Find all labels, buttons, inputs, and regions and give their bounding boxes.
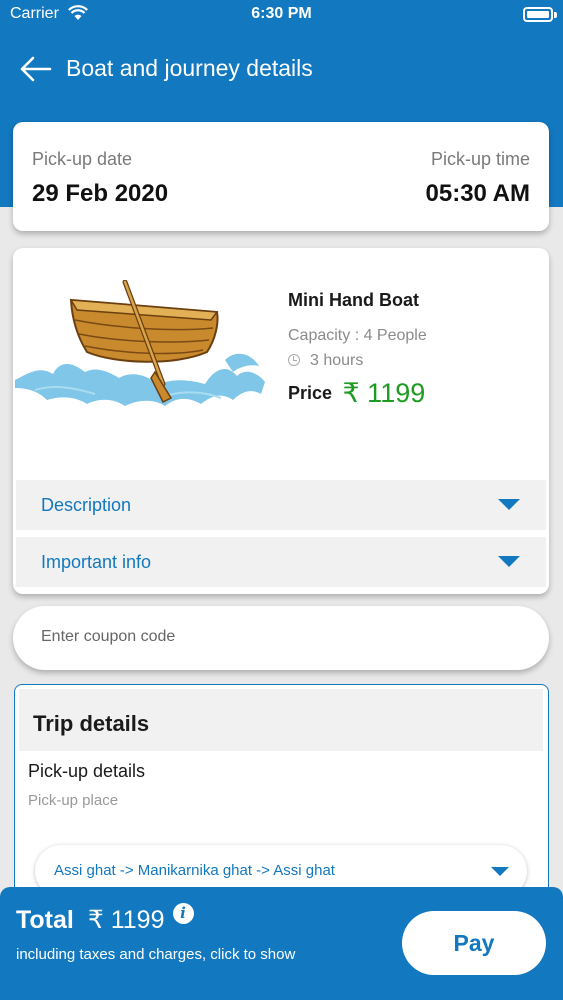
trip-duration: 3 hours (288, 352, 363, 370)
pickup-date-value: 29 Feb 2020 (32, 180, 169, 207)
navigation-bar: Boat and journey details (0, 45, 563, 93)
pickup-date-label: Pick-up date (32, 149, 133, 169)
clock-time: 6:30 PM (251, 5, 312, 22)
boat-capacity: Capacity : 4 People (288, 327, 427, 344)
price-label: Price (288, 383, 333, 403)
pay-button[interactable]: Pay (402, 911, 546, 975)
important-info-accordion[interactable]: Important info (16, 537, 546, 587)
coupon-placeholder: Enter coupon code (41, 628, 176, 645)
trip-details-title: Trip details (33, 711, 150, 736)
back-arrow-icon[interactable] (18, 54, 52, 84)
status-bar: Carrier 6:30 PM (0, 0, 563, 30)
chevron-down-icon (491, 867, 509, 876)
trip-details-header: Trip details (19, 689, 543, 751)
boat-name: Mini Hand Boat (288, 290, 419, 310)
chevron-down-icon (498, 499, 520, 510)
total-label: Total (16, 906, 74, 934)
payment-footer: Total ₹ 1199 i including taxes and charges… (0, 887, 563, 1000)
page-title: Boat and journey details (66, 55, 313, 81)
price-value: ₹ 1199 (342, 378, 426, 408)
description-accordion[interactable]: Description (16, 480, 546, 530)
info-icon[interactable]: i (172, 903, 194, 924)
pickup-time-label: Pick-up time (430, 149, 530, 169)
battery-tip (554, 12, 557, 18)
pickup-place-label: Pick-up place (28, 792, 119, 809)
pickup-details-title: Pick-up details (28, 761, 146, 781)
boat-illustration (15, 280, 265, 406)
important-info-label: Important info (41, 552, 152, 572)
coupon-input[interactable]: Enter coupon code (13, 606, 549, 670)
clock-icon (288, 354, 300, 366)
description-label: Description (41, 495, 132, 515)
total-amount: ₹ 1199 (87, 906, 165, 934)
battery-icon (523, 7, 553, 22)
duration-text: 3 hours (310, 352, 364, 369)
pickup-time-value: 05:30 AM (425, 180, 530, 207)
boat-card: Mini Hand Boat Capacity : 4 People 3 hou… (13, 248, 549, 594)
charges-note[interactable]: including taxes and charges, click to sh… (16, 945, 296, 964)
pickup-schedule-card: Pick-up date 29 Feb 2020 Pick-up time 05… (13, 122, 549, 231)
total-row: Total ₹ 1199 i (16, 903, 194, 935)
price-row: Price ₹ 1199 (288, 378, 425, 409)
chevron-down-icon (498, 556, 520, 567)
route-value: Assi ghat -> Manikarnika ghat -> Assi gh… (54, 862, 335, 879)
